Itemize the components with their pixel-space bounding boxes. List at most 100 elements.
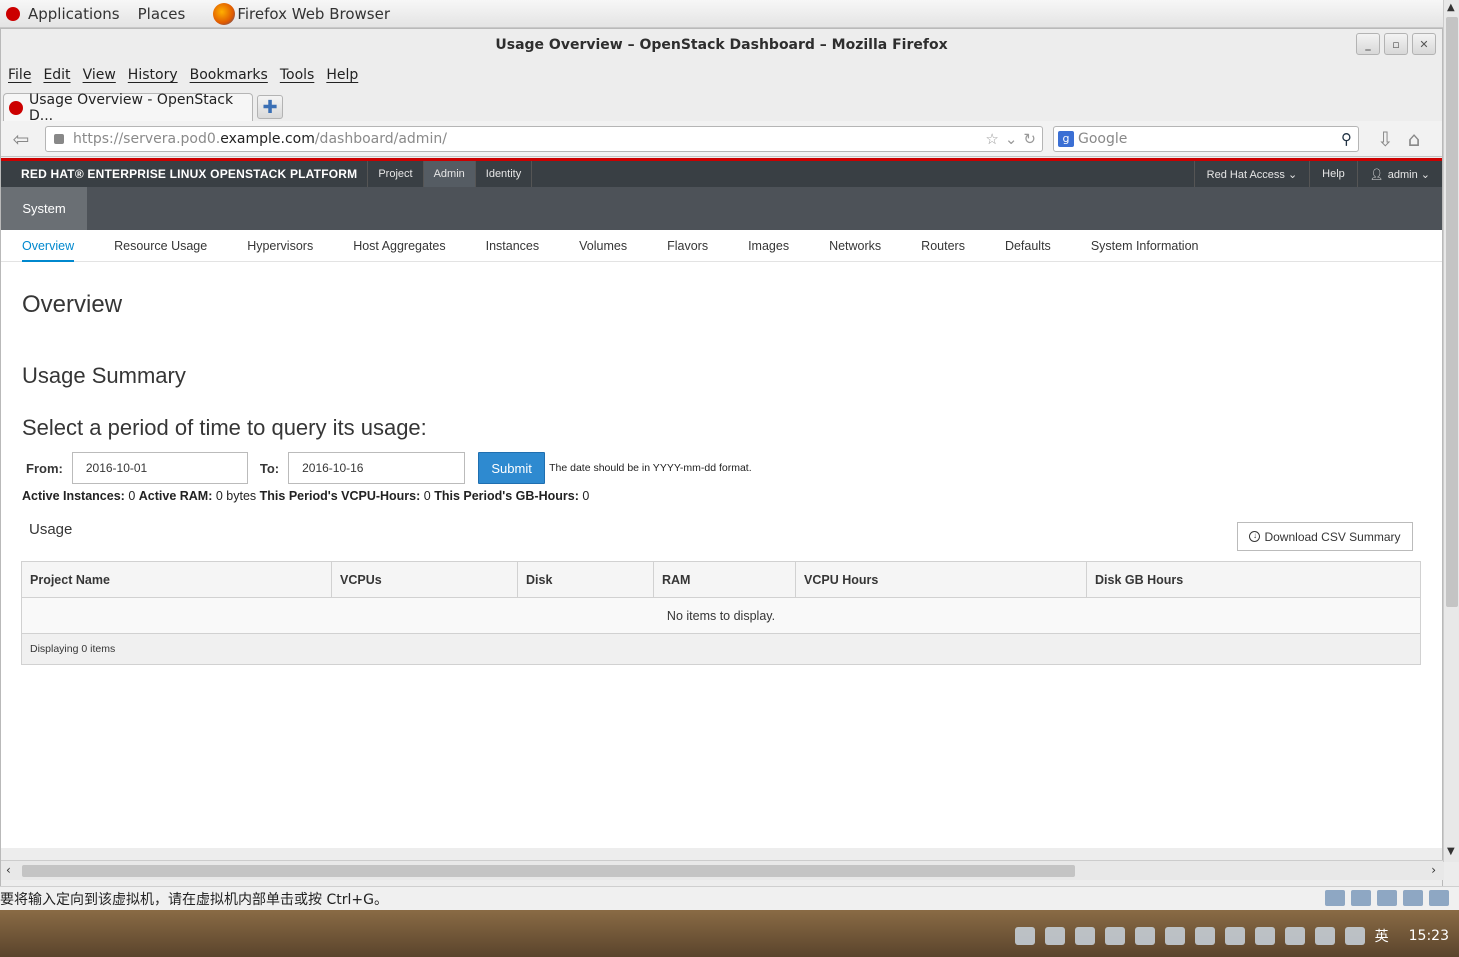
menu-view[interactable]: View [83, 67, 116, 83]
column-project-name[interactable]: Project Name [21, 561, 332, 598]
help-link[interactable]: Help [1309, 161, 1357, 187]
tray-app-icon[interactable] [1224, 927, 1245, 945]
scroll-down-icon[interactable]: ▼ [1447, 846, 1455, 857]
column-vcpus[interactable]: VCPUs [331, 561, 518, 598]
bookmark-star-icon[interactable]: ☆ [985, 130, 998, 148]
table-footer-row: Displaying 0 items [21, 633, 1421, 665]
nav-routers[interactable]: Routers [921, 230, 965, 262]
ime-indicator[interactable]: 英 [1375, 926, 1389, 946]
nav-instances[interactable]: Instances [486, 230, 540, 262]
home-icon[interactable]: ⌂ [1408, 127, 1421, 151]
brand-logo[interactable]: RED HAT® ENTERPRISE LINUX OPENSTACK PLAT… [1, 161, 369, 187]
window-title: Usage Overview – OpenStack Dashboard – M… [495, 37, 948, 53]
download-csv-button[interactable]: ↓ Download CSV Summary [1237, 522, 1413, 551]
nav-host-aggregates[interactable]: Host Aggregates [353, 230, 445, 262]
redhat-access-menu[interactable]: Red Hat Access ⌄ [1193, 161, 1310, 187]
dropdown-icon[interactable]: ⌄ [1005, 130, 1018, 148]
usage-table-title: Usage [29, 521, 73, 538]
applications-menu[interactable]: Applications [28, 5, 120, 23]
table-header-row: Project Name VCPUs Disk RAM VCPU Hours D… [21, 561, 1421, 598]
taskbar-clock[interactable]: 15:23 [1409, 928, 1449, 944]
submit-button[interactable]: Submit [478, 452, 546, 484]
redhat-logo-icon [6, 6, 20, 21]
vm-cd-icon[interactable] [1351, 890, 1371, 906]
nav-system-information[interactable]: System Information [1091, 230, 1199, 262]
google-engine-icon[interactable]: g [1058, 130, 1074, 147]
tray-app-icon[interactable] [1104, 927, 1125, 945]
tray-app-icon[interactable] [1074, 927, 1095, 945]
browser-tab[interactable]: Usage Overview - OpenStack D... [3, 91, 253, 124]
volume-icon[interactable] [1314, 927, 1335, 945]
scroll-up-icon[interactable]: ▲ [1447, 2, 1455, 13]
usage-table: Project Name VCPUs Disk RAM VCPU Hours D… [21, 561, 1421, 665]
tab-title: Usage Overview - OpenStack D... [29, 91, 234, 124]
column-ram[interactable]: RAM [653, 561, 796, 598]
gb-hours-label: This Period's GB-Hours: [434, 489, 579, 503]
vm-network-icon[interactable] [1377, 890, 1397, 906]
nav-networks[interactable]: Networks [829, 230, 881, 262]
user-icon: 👤︎ [1369, 168, 1384, 181]
close-window-button[interactable]: ✕ [1412, 33, 1436, 55]
nav-resource-usage[interactable]: Resource Usage [114, 230, 207, 262]
nav-overview[interactable]: Overview [22, 230, 75, 262]
column-disk[interactable]: Disk [517, 561, 654, 598]
menu-edit[interactable]: Edit [43, 67, 70, 83]
tray-app-icon[interactable] [1134, 927, 1155, 945]
places-menu[interactable]: Places [138, 5, 186, 23]
vertical-scroll-thumb[interactable] [1446, 17, 1458, 607]
nav-defaults[interactable]: Defaults [1005, 230, 1051, 262]
back-button[interactable]: ⇦ [7, 125, 35, 153]
favicon-icon [9, 100, 23, 115]
tray-app-icon[interactable] [1194, 927, 1215, 945]
nav-flavors[interactable]: Flavors [667, 230, 708, 262]
menu-bookmarks[interactable]: Bookmarks [190, 67, 268, 83]
table-row: No items to display. [21, 597, 1421, 634]
navigation-toolbar: ⇦ https://servera.pod0. example.com/dashb… [1, 121, 1442, 157]
downloads-icon[interactable]: ⇩ [1377, 127, 1394, 151]
new-tab-button[interactable]: ✚ [257, 95, 283, 119]
menu-history[interactable]: History [128, 67, 178, 83]
panel-group-bar: System [1, 187, 1442, 230]
url-bar[interactable]: https://servera.pod0. example.com/dashboa… [45, 125, 1043, 152]
scroll-right-icon[interactable]: › [1431, 863, 1436, 877]
menu-help[interactable]: Help [326, 67, 358, 83]
minimize-button[interactable]: _ [1356, 33, 1380, 55]
tray-app-icon[interactable] [1164, 927, 1185, 945]
search-icon[interactable]: ⚲ [1341, 130, 1352, 148]
scroll-left-icon[interactable]: ‹ [6, 863, 11, 877]
search-bar[interactable]: g Google ⚲ [1053, 125, 1359, 152]
column-disk-gb-hours[interactable]: Disk GB Hours [1086, 561, 1421, 598]
download-icon: ↓ [1249, 531, 1261, 542]
tray-app-icon[interactable] [1044, 927, 1065, 945]
panel-group-system[interactable]: System [1, 187, 87, 230]
reload-icon[interactable]: ↻ [1023, 130, 1036, 148]
url-prefix: https://servera.pod0. [73, 130, 221, 147]
vm-display-icon[interactable] [1403, 890, 1423, 906]
nav-images[interactable]: Images [748, 230, 789, 262]
column-vcpu-hours[interactable]: VCPU Hours [795, 561, 1087, 598]
wifi-icon[interactable] [1284, 927, 1305, 945]
nav-volumes[interactable]: Volumes [579, 230, 627, 262]
menu-tools[interactable]: Tools [280, 67, 315, 83]
menu-file[interactable]: File [8, 67, 31, 83]
tab-identity[interactable]: Identity [476, 161, 533, 187]
vm-disk-icon[interactable] [1325, 890, 1345, 906]
horizontal-scrollbar[interactable]: ‹ › [1, 860, 1444, 880]
action-center-icon[interactable] [1344, 927, 1365, 945]
maximize-button[interactable]: ▫ [1384, 33, 1408, 55]
from-date-input[interactable]: 2016-10-01 [71, 452, 248, 484]
horizontal-scroll-thumb[interactable] [22, 865, 1075, 877]
from-label: From: [26, 460, 63, 476]
nav-hypervisors[interactable]: Hypervisors [247, 230, 313, 262]
battery-icon[interactable] [1254, 927, 1275, 945]
window-titlebar: Usage Overview – OpenStack Dashboard – M… [1, 29, 1442, 61]
vm-notes-icon[interactable] [1429, 890, 1449, 906]
tab-admin[interactable]: Admin [423, 161, 476, 187]
tab-project[interactable]: Project [368, 161, 424, 187]
to-date-input[interactable]: 2016-10-16 [288, 452, 466, 484]
firefox-launcher[interactable]: Firefox Web Browser [237, 5, 390, 23]
tray-app-icon[interactable] [1014, 927, 1035, 945]
vertical-scrollbar[interactable]: ▲ ▼ [1443, 0, 1459, 862]
user-menu[interactable]: 👤︎ admin ⌄ [1356, 161, 1442, 187]
period-heading: Select a period of time to query its usa… [22, 415, 427, 440]
